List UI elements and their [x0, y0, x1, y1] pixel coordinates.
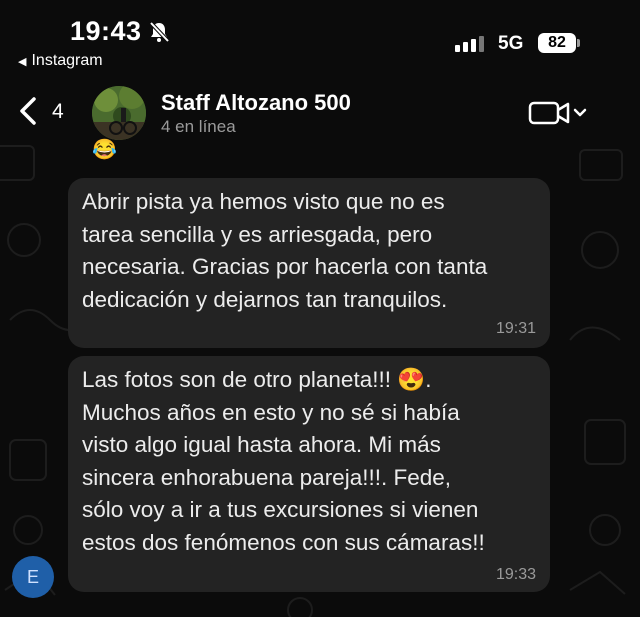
- chevron-left-icon[interactable]: [18, 96, 38, 126]
- chat-header: 4 Staff Altozano 500 4 en línea: [0, 78, 640, 140]
- group-photo-image: [92, 86, 146, 140]
- message-text: Abrir pista ya hemos visto que no es tar…: [82, 189, 488, 312]
- message-time: 19:33: [495, 566, 536, 583]
- message-text: Las fotos son de otro planeta!!! 😍. Much…: [82, 367, 485, 555]
- group-avatar[interactable]: [92, 86, 146, 140]
- message-time: 19:31: [495, 320, 536, 337]
- message-bubble[interactable]: Las fotos son de otro planeta!!! 😍. Much…: [68, 356, 550, 592]
- chevron-down-icon: [573, 108, 587, 117]
- video-call-icon[interactable]: [528, 98, 588, 128]
- reaction-emoji: 😂: [92, 139, 117, 161]
- sender-avatar[interactable]: E: [12, 556, 54, 598]
- message-bubble[interactable]: Abrir pista ya hemos visto que no es tar…: [68, 178, 550, 348]
- network-type: 5G: [498, 33, 524, 54]
- back-triangle-icon: ◀: [18, 55, 27, 68]
- back-app-label: Instagram: [31, 52, 103, 69]
- chat-subtitle: 4 en línea: [161, 117, 236, 136]
- back-to-app-link[interactable]: ◀ Instagram: [18, 52, 103, 70]
- unread-count[interactable]: 4: [52, 100, 64, 124]
- status-time: 19:43: [70, 16, 142, 46]
- battery-level: 82: [538, 33, 576, 53]
- battery-tip: [577, 39, 580, 47]
- chat-title[interactable]: Staff Altozano 500: [161, 90, 351, 116]
- bell-slash-icon: [149, 21, 170, 43]
- signal-icon: [455, 36, 484, 52]
